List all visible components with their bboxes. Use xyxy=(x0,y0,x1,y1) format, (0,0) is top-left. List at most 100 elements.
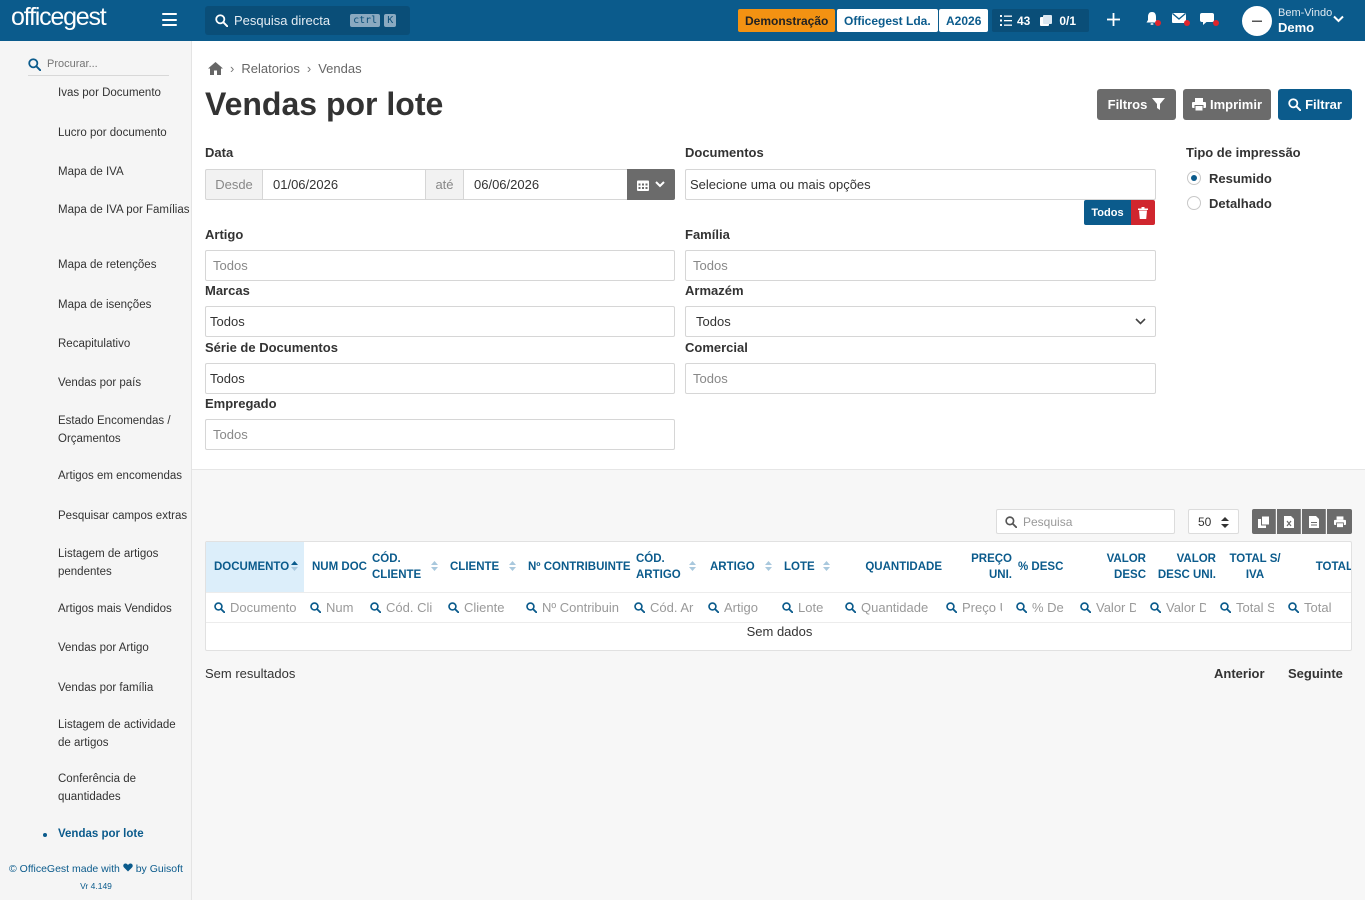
sidebar-item-mapa-de-iva-familias[interactable]: Mapa de IVA por Famílias xyxy=(58,202,190,220)
clear-documents-button[interactable] xyxy=(1131,200,1155,225)
marcas-input[interactable]: Todos xyxy=(205,306,675,337)
next-page-button[interactable]: Seguinte xyxy=(1288,666,1343,681)
col-header-contribuinte[interactable]: Nº CONTRIBUINTE xyxy=(528,542,632,592)
filter-lote[interactable]: Lote xyxy=(782,592,840,622)
sidebar-item-ivas-por-documento[interactable]: Ivas por Documento xyxy=(58,85,190,103)
filter-cliente[interactable]: Cliente xyxy=(448,592,522,622)
sidebar-item-pesquisar-campos-extras[interactable]: Pesquisar campos extras xyxy=(58,508,190,526)
radio-detalhado-label[interactable]: Detalhado xyxy=(1209,196,1272,211)
filter-contribuinte[interactable]: Nº Contribuin xyxy=(526,592,630,622)
filter-cod-cliente[interactable]: Cód. Cli xyxy=(370,592,442,622)
col-header-artigo[interactable]: ARTIGO xyxy=(710,542,778,592)
sidebar-item-estado-encomendas[interactable]: Estado Encomendas / Orçamentos xyxy=(58,413,190,448)
bell-icon[interactable] xyxy=(1145,11,1162,28)
col-header-pct-desc[interactable]: % DESC xyxy=(1018,542,1070,592)
print-table-button[interactable] xyxy=(1327,509,1352,534)
company-badge[interactable]: Officegest Lda. xyxy=(837,9,938,32)
filter-total[interactable]: Total xyxy=(1288,592,1350,622)
sidebar-search[interactable] xyxy=(28,53,169,76)
col-header-total[interactable]: TOTAL xyxy=(1292,542,1351,592)
col-header-documento[interactable]: DOCUMENTO xyxy=(206,542,304,592)
empregado-input[interactable]: Todos xyxy=(205,419,675,450)
date-to-input[interactable]: 06/06/2026 xyxy=(463,169,628,200)
col-header-preco-uni[interactable]: PREÇO UNI. xyxy=(950,542,1012,592)
familia-input[interactable]: Todos xyxy=(685,250,1156,281)
footer-suffix: by Guisoft xyxy=(135,863,183,875)
filter-pct-desc[interactable]: % De xyxy=(1016,592,1068,622)
col-header-cliente[interactable]: CLIENTE xyxy=(450,542,522,592)
copy-button[interactable] xyxy=(1252,509,1276,534)
filter-documento[interactable]: Documento xyxy=(214,592,306,622)
radio-detalhado[interactable] xyxy=(1187,196,1201,210)
mail-icon[interactable] xyxy=(1172,11,1191,28)
col-header-num-doc[interactable]: NUM DOC xyxy=(312,542,370,592)
filter-cod-artigo[interactable]: Cód. Ar xyxy=(634,592,696,622)
excel-button[interactable] xyxy=(1277,509,1301,534)
breadcrumb: › Relatorios › Vendas xyxy=(208,61,362,76)
filter-valor-desc-uni[interactable]: Valor D xyxy=(1150,592,1206,622)
radio-resumido-label[interactable]: Resumido xyxy=(1209,171,1272,186)
task-doc-counter[interactable]: 43 0/1 xyxy=(992,9,1089,32)
sidebar-item-mapa-de-retencoes[interactable]: Mapa de retenções xyxy=(58,257,190,275)
filtrar-button[interactable]: Filtrar xyxy=(1278,89,1352,120)
armazem-select[interactable]: Todos xyxy=(685,306,1156,337)
radio-resumido[interactable] xyxy=(1187,171,1201,185)
filter-preco-uni[interactable]: Preço U xyxy=(946,592,1002,622)
filter-placeholder: Nº Contribuin xyxy=(542,599,620,615)
serie-input[interactable]: Todos xyxy=(205,363,675,394)
documentos-select[interactable]: Selecione uma ou mais opções xyxy=(685,169,1156,200)
global-search[interactable]: Pesquisa directa ctrl K xyxy=(205,6,410,35)
sidebar-item-mapa-de-isencoes[interactable]: Mapa de isenções xyxy=(58,297,190,315)
sidebar-item-vendas-por-familia[interactable]: Vendas por família xyxy=(58,680,190,698)
col-header-valor-desc-uni[interactable]: VALOR DESC UNI. xyxy=(1150,542,1216,592)
plus-icon[interactable] xyxy=(1107,13,1120,26)
sidebar-item-recapitulativo[interactable]: Recapitulativo xyxy=(58,336,190,354)
sidebar-search-input[interactable] xyxy=(47,58,157,70)
artigo-input[interactable]: Todos xyxy=(205,250,675,281)
sidebar-item-artigos-em-encomendas[interactable]: Artigos em encomendas xyxy=(58,468,190,486)
col-header-cod-cliente[interactable]: CÓD. CLIENTE xyxy=(372,542,444,592)
comercial-input[interactable]: Todos xyxy=(685,363,1156,394)
date-from-input[interactable]: 01/06/2026 xyxy=(262,169,426,200)
app-logo[interactable]: officegest xyxy=(11,3,107,32)
imprimir-button[interactable]: Imprimir xyxy=(1183,89,1271,120)
filter-total-s-iva[interactable]: Total S xyxy=(1220,592,1274,622)
chevron-down-icon xyxy=(1135,318,1146,325)
chevron-down-icon[interactable] xyxy=(1333,15,1344,23)
filter-artigo[interactable]: Artigo xyxy=(708,592,776,622)
user-avatar[interactable]: ▬▬ xyxy=(1242,6,1272,36)
csv-button[interactable] xyxy=(1302,509,1326,534)
demo-badge[interactable]: Demonstração xyxy=(738,9,836,32)
page-size-select[interactable]: 50 xyxy=(1188,509,1239,534)
breadcrumb-vendas[interactable]: Vendas xyxy=(318,61,361,76)
filtros-button[interactable]: Filtros xyxy=(1097,89,1176,120)
home-icon[interactable] xyxy=(208,62,223,75)
sidebar-item-artigos-mais-vendidos[interactable]: Artigos mais Vendidos xyxy=(58,601,190,619)
col-header-label: % DESC xyxy=(1018,561,1064,573)
menu-toggle-icon[interactable] xyxy=(162,13,177,26)
filter-valor-desc[interactable]: Valor D xyxy=(1080,592,1136,622)
date-picker-button[interactable] xyxy=(627,169,675,200)
user-menu[interactable]: Bem-Vindo Demo xyxy=(1278,7,1332,35)
col-header-total-s-iva[interactable]: TOTAL S/ IVA xyxy=(1222,542,1288,592)
table-search[interactable]: Pesquisa xyxy=(996,509,1175,534)
col-header-quantidade[interactable]: QUANTIDADE xyxy=(846,542,942,592)
sidebar-item-conferencia-quantidades[interactable]: Conferência de quantidades xyxy=(58,771,190,806)
sidebar-item-mapa-de-iva[interactable]: Mapa de IVA xyxy=(58,164,190,182)
prev-page-button[interactable]: Anterior xyxy=(1214,666,1265,681)
sidebar-item-vendas-por-artigo[interactable]: Vendas por Artigo xyxy=(58,640,190,658)
sidebar-item-lucro-por-documento[interactable]: Lucro por documento xyxy=(58,125,190,143)
col-header-lote[interactable]: LOTE xyxy=(784,542,836,592)
chat-icon[interactable] xyxy=(1200,11,1221,28)
todos-button[interactable]: Todos xyxy=(1084,200,1131,225)
filter-quantidade[interactable]: Quantidade xyxy=(845,592,941,622)
year-badge[interactable]: A2026 xyxy=(939,9,989,32)
filter-num-doc[interactable]: Num xyxy=(310,592,368,622)
sidebar-item-listagem-actividade-artigos[interactable]: Listagem de actividade de artigos xyxy=(58,717,190,752)
breadcrumb-relatorios[interactable]: Relatorios xyxy=(241,61,300,76)
sidebar-item-listagem-artigos-pendentes[interactable]: Listagem de artigos pendentes xyxy=(58,546,190,581)
col-header-cod-artigo[interactable]: CÓD. ARTIGO xyxy=(636,542,702,592)
sidebar-item-vendas-por-pais[interactable]: Vendas por país xyxy=(58,375,190,393)
sidebar-item-vendas-por-lote[interactable]: Vendas por lote xyxy=(58,826,190,844)
col-header-valor-desc[interactable]: VALOR DESC xyxy=(1076,542,1146,592)
